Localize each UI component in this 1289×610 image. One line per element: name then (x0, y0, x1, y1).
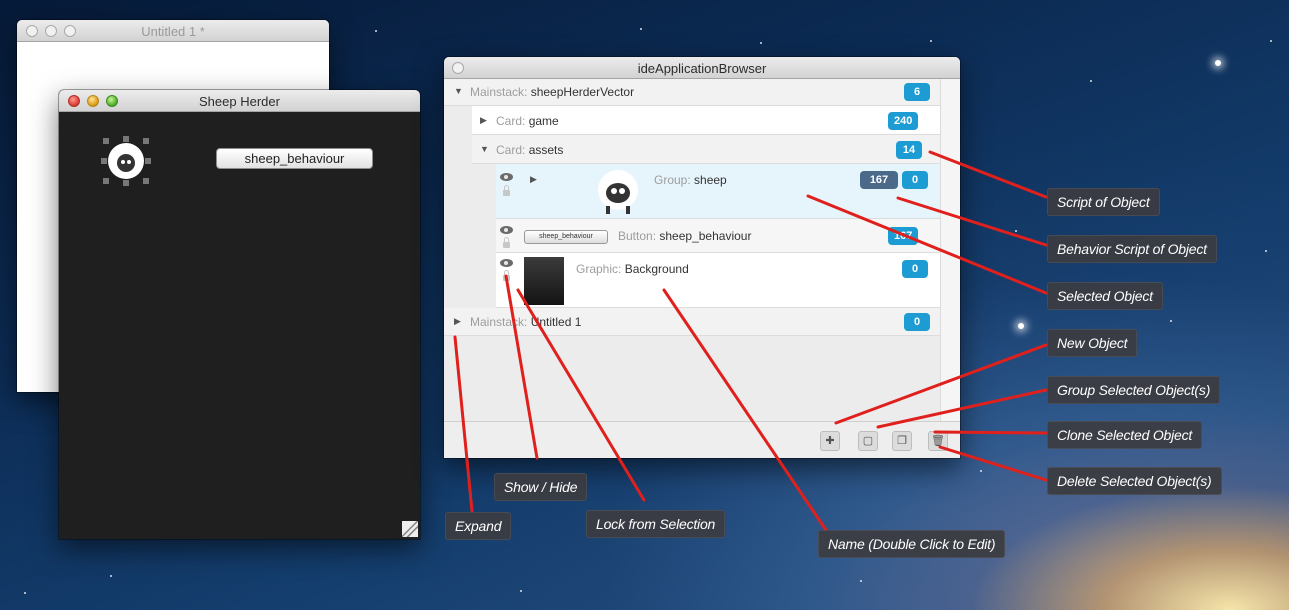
callout-script-of-object: Script of Object (1047, 188, 1160, 216)
graphic-thumbnail (524, 257, 564, 305)
object-name[interactable]: sheep (694, 173, 727, 187)
new-object-icon[interactable]: ✚ (820, 431, 840, 451)
tree-row-card[interactable]: ▶ Card: game 240 (472, 106, 940, 135)
object-name[interactable]: assets (529, 143, 564, 157)
tree-row-card[interactable]: ▼ Card: assets 14 (472, 135, 940, 164)
sheep-herder-window: Sheep Herder sheep_behaviour (59, 90, 420, 539)
callout-selected-object: Selected Object (1047, 282, 1163, 310)
browser-titlebar[interactable]: ideApplicationBrowser (444, 57, 960, 79)
behavior-script-badge[interactable]: 167 (860, 171, 898, 189)
object-name[interactable]: Background (625, 262, 689, 276)
callout-delete-selected: Delete Selected Object(s) (1047, 467, 1222, 495)
lock-icon[interactable] (503, 270, 510, 281)
callout-new-object: New Object (1047, 329, 1138, 357)
callout-name-edit: Name (Double Click to Edit) (818, 530, 1006, 558)
eye-icon[interactable] (500, 259, 513, 267)
tree-row-button[interactable]: sheep_behaviour Button: sheep_behaviour … (496, 219, 940, 253)
group-icon[interactable]: ▢ (858, 431, 878, 451)
object-name[interactable]: sheep_behaviour (659, 229, 751, 243)
window-title: Sheep Herder (199, 94, 280, 109)
object-tree: ▼ Mainstack: sheepHerderVector 6 ▶ Card:… (444, 79, 940, 421)
callout-group-selected: Group Selected Object(s) (1047, 376, 1221, 404)
script-badge[interactable]: 240 (888, 112, 919, 130)
script-badge[interactable]: 167 (888, 227, 919, 245)
resize-grip-icon[interactable] (402, 521, 418, 537)
script-badge[interactable]: 0 (902, 171, 928, 189)
expand-triangle-icon[interactable]: ▼ (480, 144, 489, 154)
application-browser-window: ideApplicationBrowser ▼ Mainstack: sheep… (444, 57, 960, 458)
sheep-behaviour-button[interactable]: sheep_behaviour (216, 148, 373, 169)
callout-behavior-script: Behavior Script of Object (1047, 235, 1217, 263)
expand-triangle-icon[interactable]: ▼ (454, 86, 463, 96)
tree-row-mainstack[interactable]: ▶ Mainstack: Untitled 1 0 (444, 308, 940, 336)
sheep-thumbnail-icon (598, 170, 638, 214)
stack-canvas: sheep_behaviour (59, 112, 420, 539)
sheep-group-icon[interactable] (101, 136, 151, 186)
expand-triangle-icon[interactable]: ▶ (530, 174, 537, 185)
lock-icon[interactable] (503, 237, 510, 248)
window-title: Untitled 1 * (141, 24, 205, 39)
expand-triangle-icon[interactable]: ▶ (454, 316, 461, 327)
untitled-titlebar[interactable]: Untitled 1 * (17, 20, 329, 42)
window-title: ideApplicationBrowser (637, 61, 767, 76)
eye-icon[interactable] (500, 173, 513, 181)
object-name[interactable]: game (529, 114, 559, 128)
callout-clone-selected: Clone Selected Object (1047, 421, 1203, 449)
callout-lock-from-selection: Lock from Selection (586, 510, 726, 538)
button-thumbnail: sheep_behaviour (524, 230, 608, 244)
object-name[interactable]: sheepHerderVector (531, 85, 634, 99)
script-badge[interactable]: 6 (904, 83, 930, 101)
trash-icon[interactable]: 🗑 (928, 431, 948, 451)
vertical-scrollbar[interactable] (940, 79, 960, 421)
script-badge[interactable]: 14 (896, 141, 922, 159)
lock-icon[interactable] (503, 185, 510, 196)
sheep-herder-titlebar[interactable]: Sheep Herder (59, 90, 420, 112)
tree-row-graphic[interactable]: Graphic: Background 0 (496, 253, 940, 308)
clone-icon[interactable]: ❐ (892, 431, 912, 451)
callout-show-hide: Show / Hide (494, 473, 588, 501)
tree-row-group-selected[interactable]: ▶ Group: sheep 167 0 (496, 164, 940, 219)
expand-triangle-icon[interactable]: ▶ (480, 115, 487, 126)
script-badge[interactable]: 0 (904, 313, 930, 331)
tree-row-mainstack[interactable]: ▼ Mainstack: sheepHerderVector 6 (444, 79, 940, 106)
script-badge[interactable]: 0 (902, 260, 928, 278)
object-name[interactable]: Untitled 1 (531, 315, 582, 329)
eye-icon[interactable] (500, 226, 513, 234)
callout-expand: Expand (445, 512, 512, 540)
browser-toolbar: ✚ ▢ ❐ 🗑 (444, 421, 960, 458)
